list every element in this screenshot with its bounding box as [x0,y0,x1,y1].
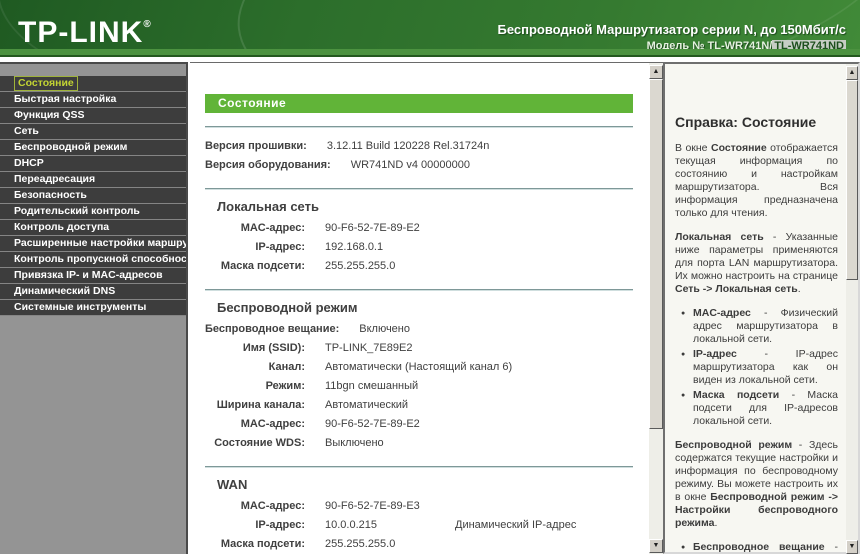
sidebar-item-forwarding[interactable]: Переадресация [0,172,186,188]
sidebar-item-access-control[interactable]: Контроль доступа [0,220,186,236]
model-prefix: Модель № TL-WR741N/ [647,40,773,49]
wan-mask-row: Маска подсети: 255.255.255.0 [205,535,633,554]
tplink-logo: TP-LINK® [18,18,152,48]
header-right: Беспроводной Маршрутизатор серии N, до 1… [498,22,847,49]
help-title: Справка: Состояние [675,114,838,130]
section-divider [205,188,633,190]
sidebar-menu: Состояние Быстрая настройка Функция QSS … [0,76,186,316]
wireless-mode-row: Режим: 11bgn смешанный [205,377,633,396]
wireless-section-heading: Беспроводной режим [217,300,633,315]
lan-mac-row: MAC-адрес: 90-F6-52-7E-89-E2 [205,219,633,238]
status-content: Состояние Версия прошивки: 3.12.11 Build… [190,63,648,554]
wan-section-heading: WAN [217,477,633,492]
scroll-up-button[interactable]: ▲ [846,66,858,80]
sidebar-item-wireless[interactable]: Беспроводной режим [0,140,186,156]
scrollbar-thumb[interactable] [649,79,663,429]
sidebar-item-advanced-routing[interactable]: Расширенные настройки маршрутизации [0,236,186,252]
sidebar-item-ip-mac-binding[interactable]: Привязка IP- и MAC-адресов [0,268,186,284]
page-title: Состояние [205,94,633,113]
sidebar-item-status[interactable]: Состояние [0,76,186,92]
header-accent-strip [0,49,860,57]
scroll-down-button[interactable]: ▼ [649,539,663,553]
section-divider [205,466,633,468]
hardware-row: Версия оборудования: WR741ND v4 00000000 [205,156,633,175]
help-intro-paragraph: В окне Состояние отображается текущая ин… [675,142,838,220]
help-list-item: MAC-адрес - Физический адрес маршрутизат… [681,307,838,346]
sidebar-item-parental-control[interactable]: Родительский контроль [0,204,186,220]
sidebar-item-ddns[interactable]: Динамический DNS [0,284,186,300]
sidebar-item-network[interactable]: Сеть [0,124,186,140]
frames: Состояние Быстрая настройка Функция QSS … [0,62,860,554]
logo-text: TP-LINK [18,16,143,49]
sidebar-item-quick-setup[interactable]: Быстрая настройка [0,92,186,108]
wan-ip-row: IP-адрес: 10.0.0.215 Динамический IP-адр… [205,516,633,535]
help-lan-paragraph: Локальная сеть - Указанные ниже параметр… [675,231,838,296]
main-scrollbar[interactable]: ▲ ▼ [649,63,663,554]
hardware-label: Версия оборудования: [205,156,331,175]
model-highlight: TL-WR741ND [772,40,846,49]
help-list-item: Беспроводное вещание - Содержит информац… [681,541,838,554]
registered-mark-icon: ® [143,19,151,30]
sidebar-item-security[interactable]: Безопасность [0,188,186,204]
wireless-width-row: Ширина канала: Автоматический [205,396,633,415]
scroll-down-button[interactable]: ▼ [846,540,858,554]
router-admin-page: TP-LINK® Беспроводной Маршрутизатор сери… [0,0,860,554]
scrollbar-thumb[interactable] [846,80,858,280]
scroll-up-button[interactable]: ▲ [649,65,663,79]
wan-ip-type: Динамический IP-адрес [455,516,576,535]
section-divider [205,126,633,128]
sidebar-item-dhcp[interactable]: DHCP [0,156,186,172]
help-list-item: Маска подсети - Маска подсети для IP-адр… [681,389,838,428]
firmware-value: 3.12.11 Build 120228 Rel.31724n [327,137,490,156]
firmware-row: Версия прошивки: 3.12.11 Build 120228 Re… [205,137,633,156]
model-number: Модель № TL-WR741N/TL-WR741ND [498,40,847,49]
sidebar-item-system-tools[interactable]: Системные инструменты [0,300,186,316]
sidebar-nav: Состояние Быстрая настройка Функция QSS … [0,62,188,554]
sidebar-item-qss[interactable]: Функция QSS [0,108,186,124]
lan-section-heading: Локальная сеть [217,199,633,214]
help-list-item: IP-адрес - IP-адрес маршрутизатора как о… [681,348,838,387]
firmware-label: Версия прошивки: [205,137,307,156]
lan-ip-row: IP-адрес: 192.168.0.1 [205,238,633,257]
help-lan-list: MAC-адрес - Физический адрес маршрутизат… [681,307,838,428]
wireless-radio-row: Беспроводное вещание: Включено [205,320,633,339]
sidebar-top-spacer [0,64,186,76]
section-divider [205,289,633,291]
help-content: Справка: Состояние В окне Состояние отоб… [665,64,846,554]
wan-mac-row: MAC-адрес: 90-F6-52-7E-89-E3 [205,497,633,516]
wireless-ssid-row: Имя (SSID): TP-LINK_7E89E2 [205,339,633,358]
help-wireless-list: Беспроводное вещание - Содержит информац… [681,541,838,554]
main-frame: Состояние Версия прошивки: 3.12.11 Build… [190,62,663,554]
product-subtitle: Беспроводной Маршрутизатор серии N, до 1… [498,22,847,37]
wireless-mac-row: MAC-адрес: 90-F6-52-7E-89-E2 [205,415,633,434]
hardware-value: WR741ND v4 00000000 [351,156,470,175]
header: TP-LINK® Беспроводной Маршрутизатор сери… [0,0,860,49]
sidebar-item-bandwidth-control[interactable]: Контроль пропускной способности [0,252,186,268]
help-frame: Справка: Состояние В окне Состояние отоб… [663,62,860,554]
help-wireless-paragraph: Беспроводной режим - Здесь содержатся те… [675,439,838,530]
wireless-wds-row: Состояние WDS: Выключено [205,434,633,453]
wireless-channel-row: Канал: Автоматически (Настоящий канал 6) [205,358,633,377]
help-scrollbar[interactable]: ▲ ▼ [846,64,858,554]
lan-mask-row: Маска подсети: 255.255.255.0 [205,257,633,276]
